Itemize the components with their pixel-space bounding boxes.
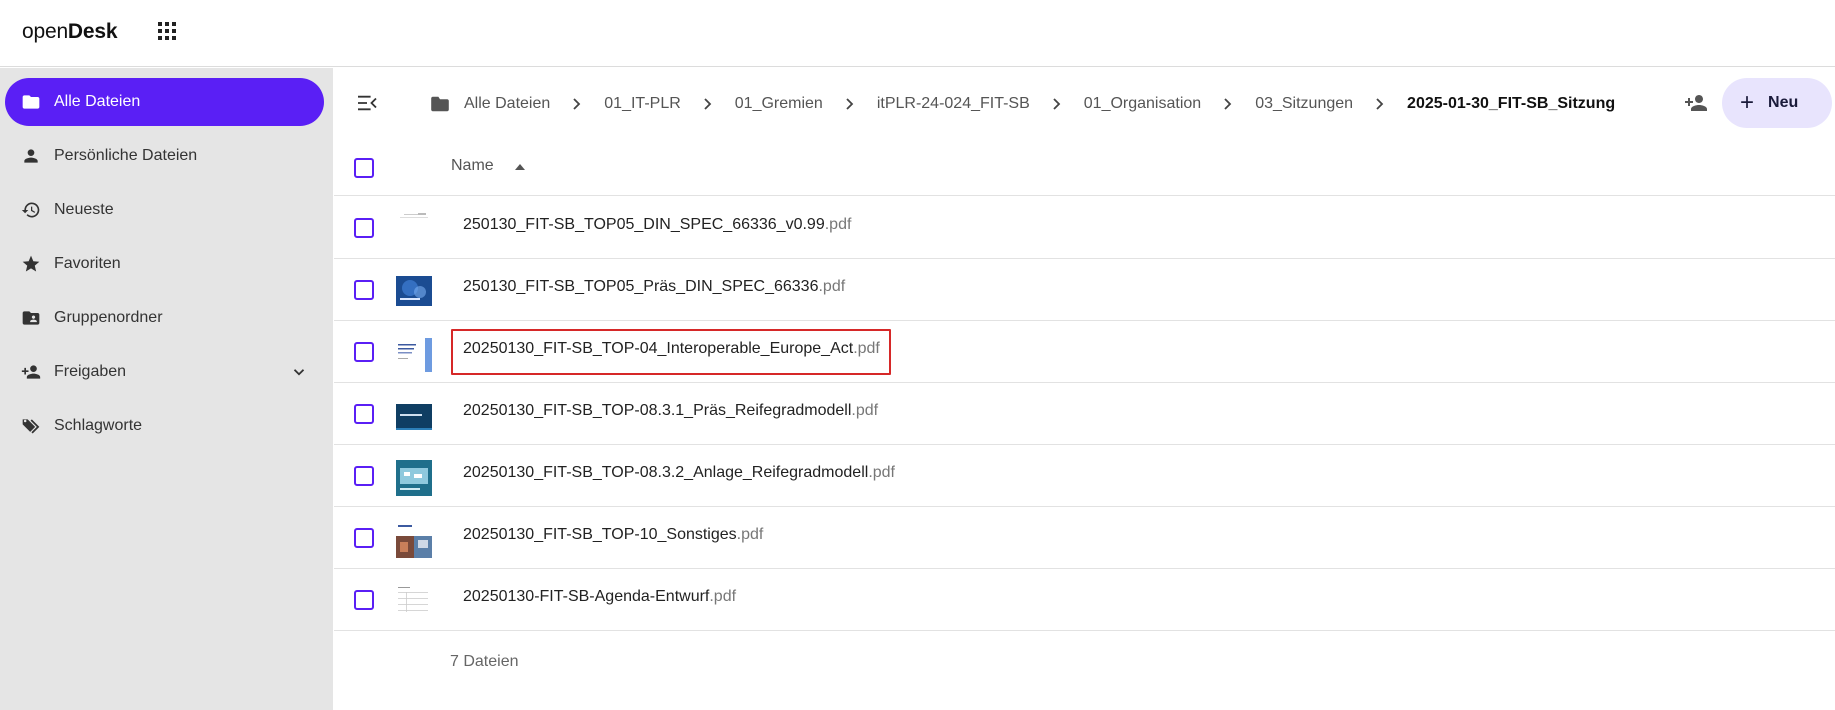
star-icon [22,255,40,272]
highlight-box [451,329,891,375]
history-icon [21,202,40,218]
row-checkbox[interactable] [354,466,374,486]
table-row[interactable]: 20250130_FIT-SB_TOP-08.3.1_Präs_Reifegra… [334,383,1835,445]
chevron-down-icon[interactable] [290,363,308,381]
sidebar-item-freigaben[interactable]: Freigaben [5,348,324,396]
tags-icon [22,419,40,434]
chevron-right-icon [573,98,581,110]
chevron-right-icon [1224,98,1232,110]
row-checkbox[interactable] [354,218,374,238]
table-row[interactable]: 20250130_FIT-SB_TOP-10_Sonstiges.pdf [334,507,1835,569]
plus-icon: + [1740,89,1755,116]
file-name: 20250130-FIT-SB-Agenda-Entwurf.pdf [463,588,737,605]
breadcrumb-item[interactable]: itPLR-24-024_FIT-SB [877,95,1030,113]
sidebar-item-label: Freigaben [54,363,127,380]
group-folder-icon [22,311,40,325]
chevron-right-icon [1053,98,1061,110]
share-icon[interactable] [1684,93,1708,113]
sidebar-item-neueste[interactable]: Neueste [5,186,324,234]
breadcrumb-item[interactable]: Alle Dateien [464,95,550,113]
sidebar-item-gruppenordner[interactable]: Gruppenordner [5,294,324,342]
sidebar: Alle Dateien Persönliche Dateien Neueste… [0,68,333,710]
breadcrumb-item[interactable]: 01_Gremien [735,95,823,113]
sidebar-item-label: Persönliche Dateien [54,147,198,164]
chevron-right-icon [1376,98,1384,110]
column-header-name[interactable]: Name [451,157,494,175]
app-logo[interactable]: openDesk [22,20,118,44]
folder-icon [22,95,40,109]
file-thumbnail [396,584,432,620]
sidebar-item-schlagworte[interactable]: Schlagworte [5,402,324,450]
breadcrumb-item[interactable]: 01_IT-PLR [604,95,680,113]
row-checkbox[interactable] [354,528,374,548]
file-thumbnail [396,460,432,496]
chevron-right-icon [704,98,712,110]
person-icon [24,149,38,163]
table-row[interactable]: 20250130_FIT-SB_TOP-08.3.2_Anlage_Reifeg… [334,445,1835,507]
new-button-label: Neu [1768,94,1799,111]
file-name: 20250130_FIT-SB_TOP-08.3.1_Präs_Reifegra… [463,402,879,419]
row-checkbox[interactable] [354,342,374,362]
sidebar-item-label: Gruppenordner [54,309,163,326]
file-thumbnail [396,274,432,310]
breadcrumb-item[interactable]: 03_Sitzungen [1255,95,1353,113]
table-row[interactable]: 250130_FIT-SB_TOP05_DIN_SPEC_66336_v0.99… [334,197,1835,259]
file-name: 20250130_FIT-SB_TOP-10_Sonstiges.pdf [463,526,764,543]
app-launcher-icon[interactable] [158,22,178,42]
sidebar-item-favoriten[interactable]: Favoriten [5,240,324,288]
sidebar-item-label: Neueste [54,201,114,218]
file-name: 20250130_FIT-SB_TOP-08.3.2_Anlage_Reifeg… [463,464,895,481]
sidebar-item-persoenliche-dateien[interactable]: Persönliche Dateien [5,132,324,180]
sort-ascending-icon[interactable] [514,163,526,171]
breadcrumb-current[interactable]: 2025-01-30_FIT-SB_Sitzung [1407,95,1615,113]
main-content: Alle Dateien 01_IT-PLR 01_Gremien itPLR-… [334,68,1835,710]
file-name: 250130_FIT-SB_TOP05_Präs_DIN_SPEC_66336.… [463,278,846,295]
breadcrumb: Alle Dateien 01_IT-PLR 01_Gremien itPLR-… [430,90,1615,118]
row-checkbox[interactable] [354,404,374,424]
sidebar-item-label: Favoriten [54,255,121,272]
file-name: 250130_FIT-SB_TOP05_DIN_SPEC_66336_v0.99… [463,216,852,233]
file-thumbnail [396,522,432,558]
file-thumbnail [396,212,432,248]
new-button[interactable]: + Neu [1722,78,1832,128]
table-header: Name [334,140,1835,196]
sidebar-toggle-icon[interactable] [356,94,378,112]
sidebar-item-alle-dateien[interactable]: Alle Dateien [5,78,324,126]
file-thumbnail [396,336,432,372]
row-checkbox[interactable] [354,280,374,300]
chevron-right-icon [846,98,854,110]
row-checkbox[interactable] [354,590,374,610]
select-all-checkbox[interactable] [354,158,374,178]
table-row[interactable]: 20250130-FIT-SB-Agenda-Entwurf.pdf [334,569,1835,631]
breadcrumb-item[interactable]: 01_Organisation [1084,95,1201,113]
person-add-icon [21,365,41,379]
file-count: 7 Dateien [450,653,519,670]
table-row[interactable]: 250130_FIT-SB_TOP05_Präs_DIN_SPEC_66336.… [334,259,1835,321]
table-row[interactable]: 20250130_FIT-SB_TOP-04_Interoperable_Eur… [334,321,1835,383]
top-bar: openDesk [0,0,1835,67]
sidebar-item-label: Schlagworte [54,417,143,434]
file-thumbnail [396,398,432,434]
sidebar-item-label: Alle Dateien [54,93,141,110]
folder-icon [431,96,449,112]
